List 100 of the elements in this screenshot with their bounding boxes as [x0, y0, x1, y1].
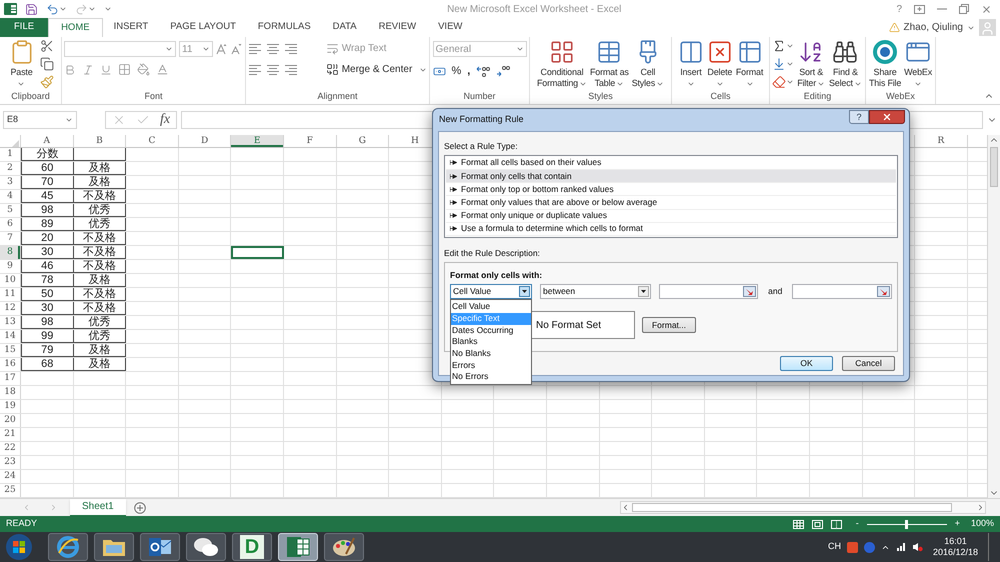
row-header[interactable]: 22: [0, 442, 21, 455]
name-box[interactable]: E8: [3, 111, 77, 129]
ribbon-tab[interactable]: VIEW: [427, 18, 474, 37]
row-header[interactable]: 4: [0, 190, 21, 203]
spreadsheet-app-icon[interactable]: [4, 3, 17, 15]
row-header[interactable]: 19: [0, 400, 21, 413]
operator-dropdown[interactable]: between: [540, 284, 651, 300]
rule-type-item[interactable]: Use a formula to determine which cells to format: [446, 222, 896, 236]
scissors-icon[interactable]: [40, 39, 54, 53]
row-header[interactable]: 3: [0, 176, 21, 189]
shrink-font-icon[interactable]: [231, 43, 243, 55]
range-picker-icon[interactable]: [876, 286, 890, 298]
rule-type-item[interactable]: Format only unique or duplicate values: [446, 210, 896, 223]
fill-bucket-icon[interactable]: [137, 63, 150, 76]
zoom-slider-thumb[interactable]: [905, 520, 908, 528]
decrease-decimal-icon[interactable]: [496, 65, 510, 78]
taskbar-app[interactable]: [140, 533, 180, 561]
ribbon-tab[interactable]: PAGE LAYOUT: [159, 18, 247, 37]
row-header[interactable]: 18: [0, 386, 21, 399]
row-header[interactable]: 21: [0, 428, 21, 441]
rule-type-item[interactable]: Format only values that are above or below average: [446, 196, 896, 210]
save-icon[interactable]: [25, 2, 38, 16]
rule-type-item[interactable]: Format only top or bottom ranked values: [446, 183, 896, 196]
comma-style[interactable]: ,: [467, 63, 470, 80]
clock-date[interactable]: 2016/12/18: [932, 547, 978, 558]
row-header[interactable]: 25: [0, 484, 21, 497]
borders-icon[interactable]: [118, 63, 131, 76]
binoculars-icon[interactable]: [832, 39, 858, 65]
dialog-help-button[interactable]: ?: [849, 110, 869, 124]
row-header[interactable]: 11: [0, 288, 21, 301]
font-color-icon[interactable]: [156, 63, 169, 76]
condition-dropdown[interactable]: Cell Value: [450, 284, 532, 300]
minimize-icon[interactable]: [937, 8, 947, 10]
scrollbar-thumb[interactable]: [990, 147, 998, 187]
ribbon-button[interactable]: Share This File: [868, 37, 902, 91]
zoom-in-button[interactable]: +: [954, 517, 960, 531]
ribbon-button[interactable]: Format as Table: [588, 37, 630, 91]
row-header[interactable]: 6: [0, 218, 21, 231]
grow-font-icon[interactable]: [216, 43, 228, 55]
rule-type-item[interactable]: Format only cells that contain: [446, 170, 896, 184]
underline-icon[interactable]: [100, 64, 112, 76]
dropdown-option[interactable]: No Errors: [451, 371, 531, 384]
format-button[interactable]: Format...: [642, 317, 696, 334]
grid-icon[interactable]: [736, 39, 762, 65]
dropdown-option[interactable]: No Blanks: [451, 348, 531, 360]
column-header[interactable]: A: [21, 135, 74, 147]
share-ring-icon[interactable]: [872, 39, 898, 65]
taskbar-app[interactable]: [324, 533, 364, 561]
row-header[interactable]: 15: [0, 344, 21, 357]
row-header[interactable]: 9: [0, 260, 21, 273]
input-language[interactable]: CH: [828, 540, 841, 554]
row-header[interactable]: 8: [0, 246, 21, 259]
sheet-tab[interactable]: Sheet1: [70, 498, 126, 516]
warning-icon[interactable]: [888, 22, 900, 33]
column-header[interactable]: E: [231, 135, 284, 147]
dropdown-arrow-icon[interactable]: [522, 290, 527, 294]
row-header[interactable]: 12: [0, 302, 21, 315]
colored-grid-icon[interactable]: [548, 39, 575, 65]
taskbar-app[interactable]: [48, 533, 88, 561]
clock-time[interactable]: 16:01: [944, 536, 967, 547]
align-right-icon[interactable]: [284, 64, 298, 76]
ribbon-button[interactable]: Format: [734, 37, 764, 91]
network-icon[interactable]: [896, 542, 906, 552]
normal-view-icon[interactable]: [792, 520, 804, 528]
taskbar-app[interactable]: [186, 533, 226, 561]
row-header[interactable]: 20: [0, 414, 21, 427]
row-header[interactable]: 10: [0, 274, 21, 287]
row-header[interactable]: 17: [0, 372, 21, 385]
value-field[interactable]: [658, 284, 758, 300]
column-header[interactable]: R: [915, 135, 968, 147]
input-method-icon[interactable]: [846, 542, 858, 552]
row-header[interactable]: 24: [0, 470, 21, 483]
font-name-field[interactable]: [64, 41, 176, 57]
ribbon-display-icon[interactable]: [914, 4, 925, 14]
vertical-scrollbar[interactable]: [987, 135, 1000, 498]
scroll-left-icon[interactable]: [621, 503, 630, 512]
column-header[interactable]: C: [126, 135, 179, 147]
wrap-text-icon[interactable]: [326, 42, 339, 55]
italic-icon[interactable]: [82, 64, 94, 76]
undo-icon[interactable]: [46, 2, 59, 16]
table-icon[interactable]: [596, 39, 622, 65]
merge-center-button[interactable]: Merge & Center: [326, 62, 428, 77]
add-sheet-icon[interactable]: [134, 502, 146, 514]
row-header[interactable]: 16: [0, 358, 21, 371]
ok-button[interactable]: OK: [780, 356, 833, 370]
merge-icon[interactable]: [326, 63, 339, 76]
column-header[interactable]: G: [336, 135, 390, 147]
start-button[interactable]: [4, 533, 34, 561]
range-picker-icon[interactable]: [743, 286, 756, 298]
restore-icon[interactable]: [959, 4, 969, 14]
column-header[interactable]: F: [284, 135, 337, 147]
delete-square-icon[interactable]: [706, 39, 733, 65]
zoom-level[interactable]: 100%: [968, 517, 994, 531]
help-button[interactable]: ?: [896, 2, 902, 16]
ribbon-button[interactable]: Paste: [8, 37, 36, 91]
align-bottom-icon[interactable]: [284, 42, 298, 54]
ribbon-button[interactable]: Find & Select: [828, 37, 863, 91]
taskbar-app[interactable]: D: [232, 533, 272, 561]
ribbon-tab[interactable]: HOME: [48, 18, 103, 37]
ribbon-button[interactable]: Delete: [706, 37, 734, 91]
